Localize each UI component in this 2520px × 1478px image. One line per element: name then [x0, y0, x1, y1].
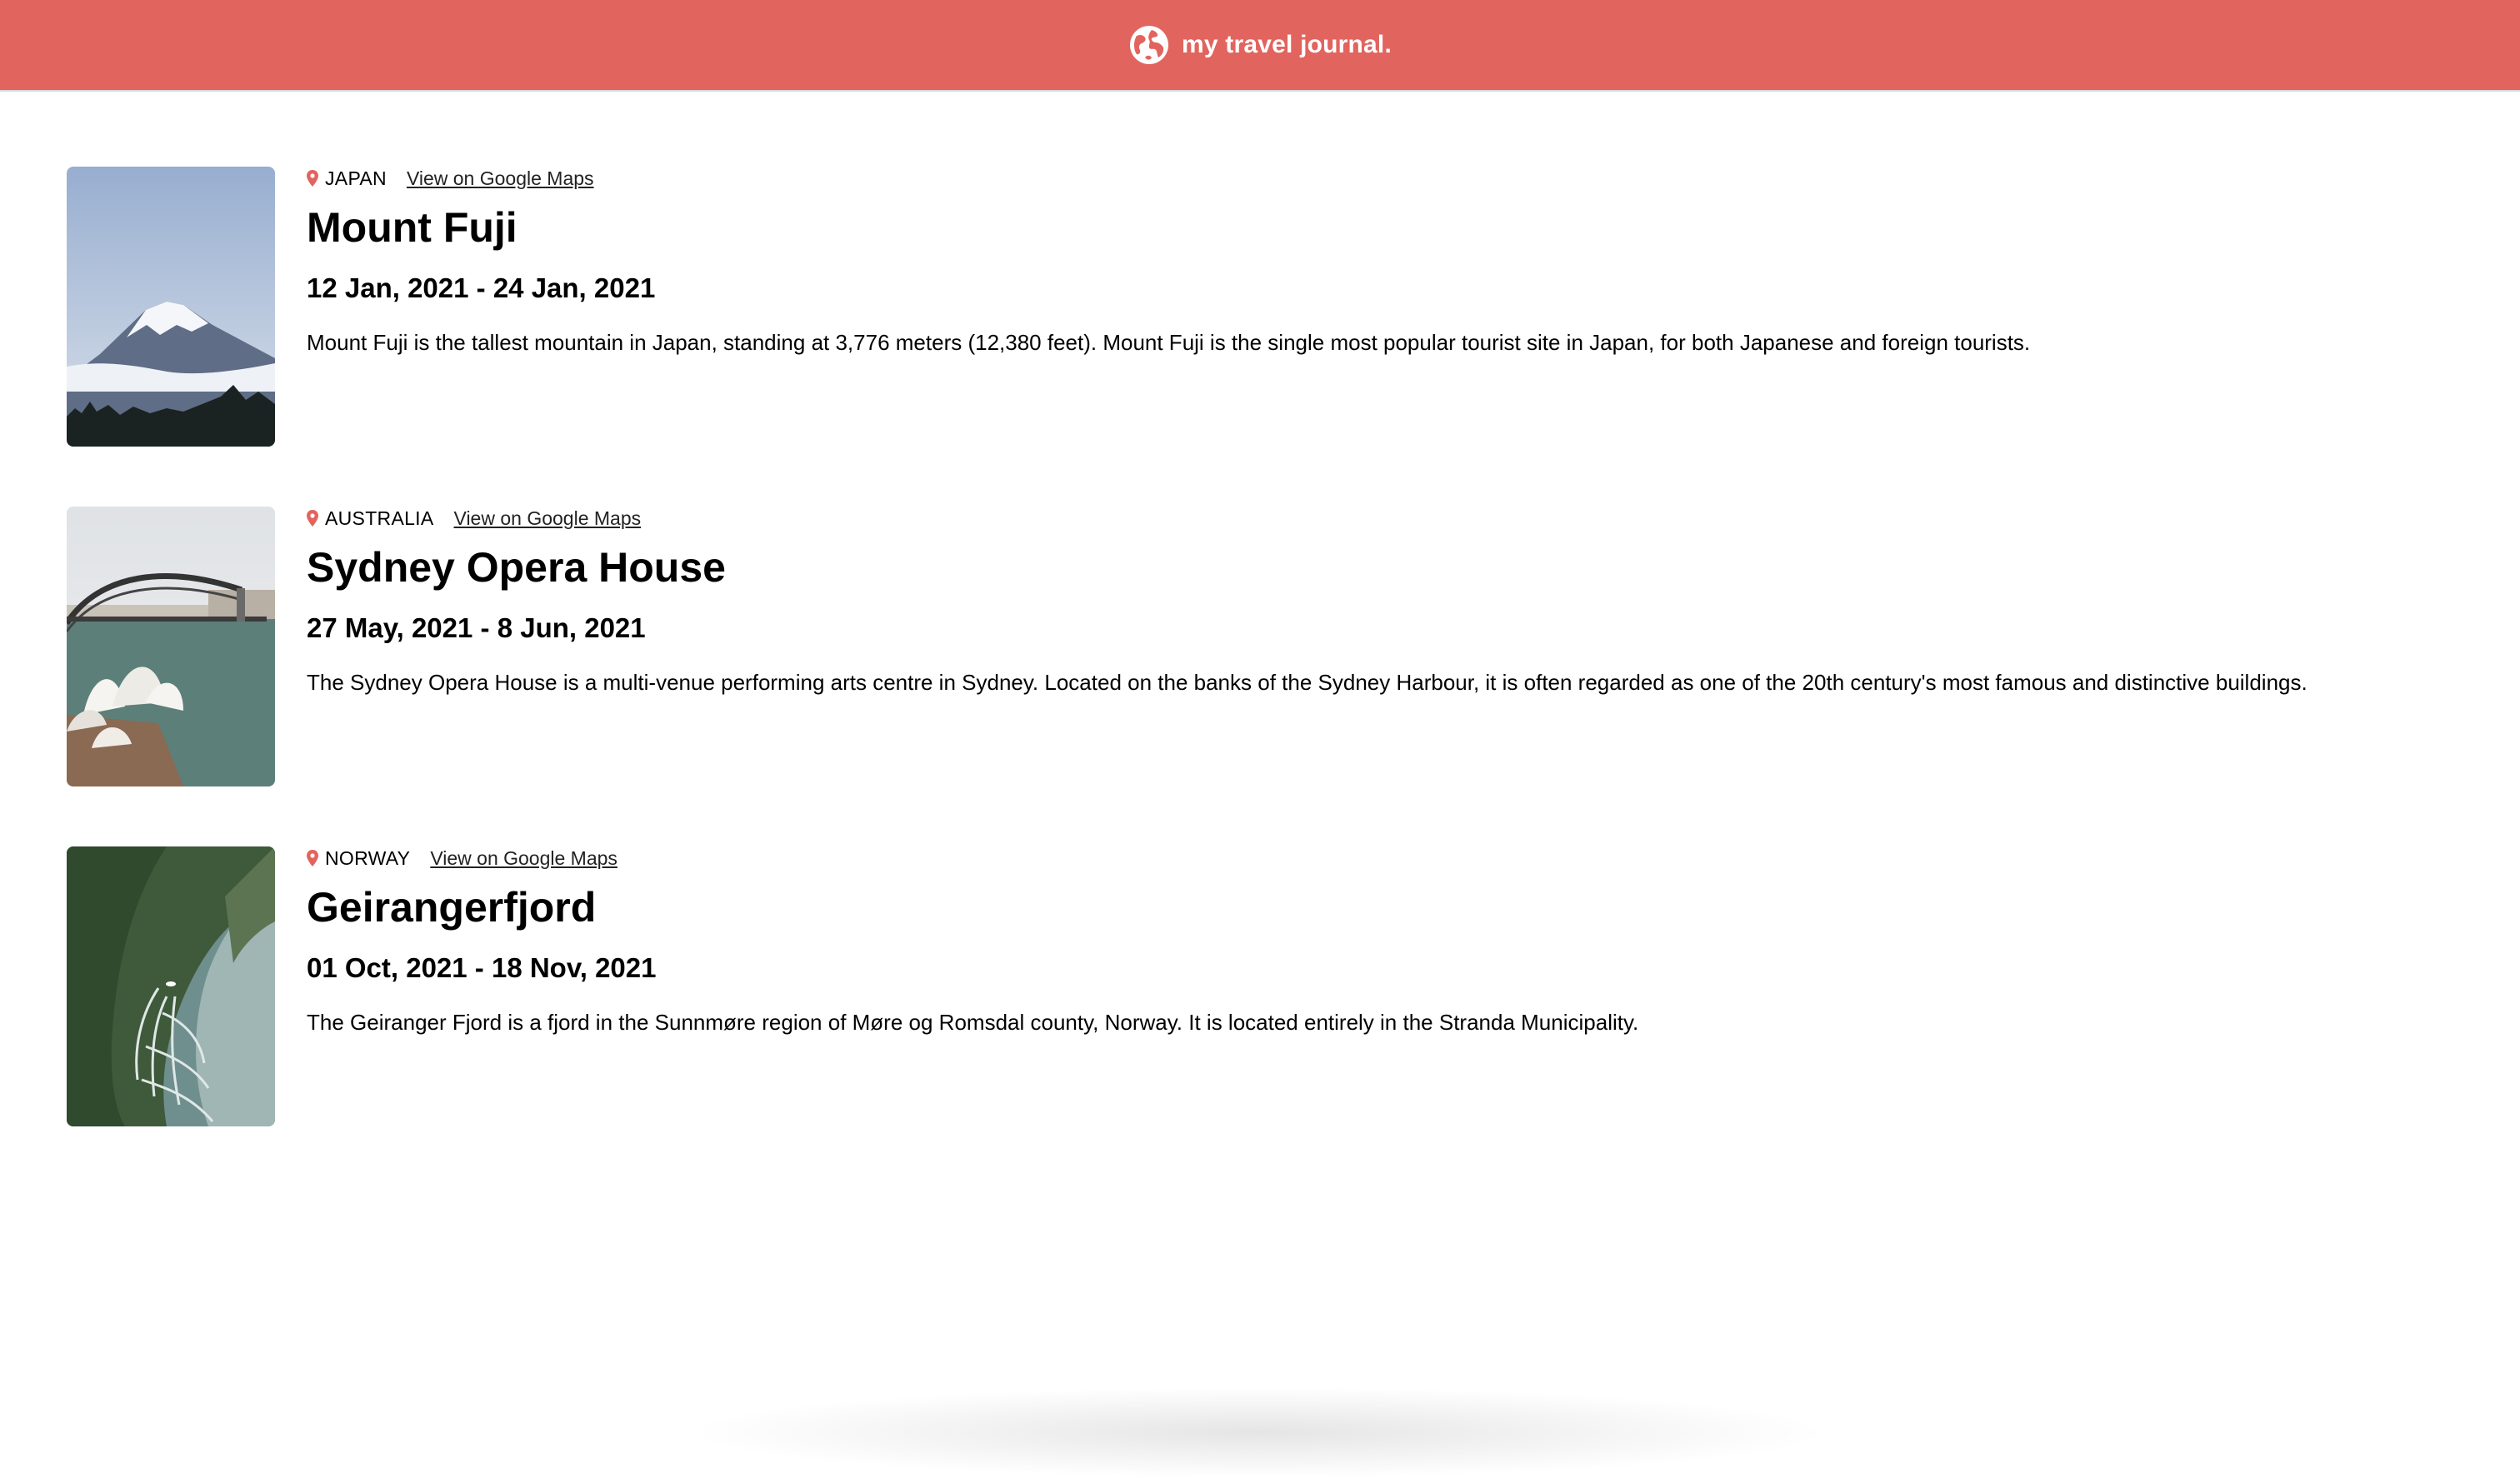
entry-description: The Geiranger Fjord is a fjord in the Su… [307, 1010, 1639, 1035]
entry-country: JAPAN [325, 167, 387, 189]
google-maps-link[interactable]: View on Google Maps [430, 847, 618, 870]
location-pin-icon [307, 510, 318, 527]
journal-entries: JAPAN View on Google Maps Mount Fuji 12 … [67, 167, 2487, 1186]
entry-title: Sydney Opera House [307, 544, 726, 591]
entry-description: Mount Fuji is the tallest mountain in Ja… [307, 330, 2031, 355]
location-pin-icon [307, 850, 318, 866]
entry-dates: 12 Jan, 2021 - 24 Jan, 2021 [307, 272, 656, 303]
app-title: my travel journal. [1181, 31, 1392, 58]
bottom-shadow [683, 1386, 1833, 1478]
entry-country: AUSTRALIA [325, 507, 434, 529]
location-pin-icon [307, 170, 318, 187]
entry-info: NORWAY View on Google Maps Geirangerfjor… [307, 846, 1638, 1130]
entry-description: The Sydney Opera House is a multi-venue … [307, 670, 2308, 695]
entry-photo-geirangerfjord [67, 846, 275, 1126]
google-maps-link[interactable]: View on Google Maps [407, 167, 594, 190]
entry-photo-sydney-opera-house [67, 507, 275, 786]
entry-location: NORWAY View on Google Maps [307, 846, 1638, 870]
journal-entry-geirangerfjord: NORWAY View on Google Maps Geirangerfjor… [67, 846, 2487, 1130]
google-maps-link[interactable]: View on Google Maps [454, 507, 642, 530]
entry-title: Mount Fuji [307, 204, 518, 251]
entry-info: JAPAN View on Google Maps Mount Fuji 12 … [307, 167, 2030, 450]
app-header: my travel journal. [0, 0, 2520, 92]
entry-location: AUSTRALIA View on Google Maps [307, 507, 2308, 530]
globe-icon [1129, 26, 1168, 64]
journal-entry-mount-fuji: JAPAN View on Google Maps Mount Fuji 12 … [67, 167, 2487, 450]
entry-country: NORWAY [325, 846, 411, 869]
entry-info: AUSTRALIA View on Google Maps Sydney Ope… [307, 507, 2308, 790]
entry-dates: 27 May, 2021 - 8 Jun, 2021 [307, 612, 646, 643]
entry-dates: 01 Oct, 2021 - 18 Nov, 2021 [307, 952, 657, 983]
entry-title: Geirangerfjord [307, 884, 597, 931]
entry-location: JAPAN View on Google Maps [307, 167, 2030, 190]
journal-entry-sydney-opera-house: AUSTRALIA View on Google Maps Sydney Ope… [67, 507, 2487, 790]
entry-photo-mount-fuji [67, 167, 275, 447]
